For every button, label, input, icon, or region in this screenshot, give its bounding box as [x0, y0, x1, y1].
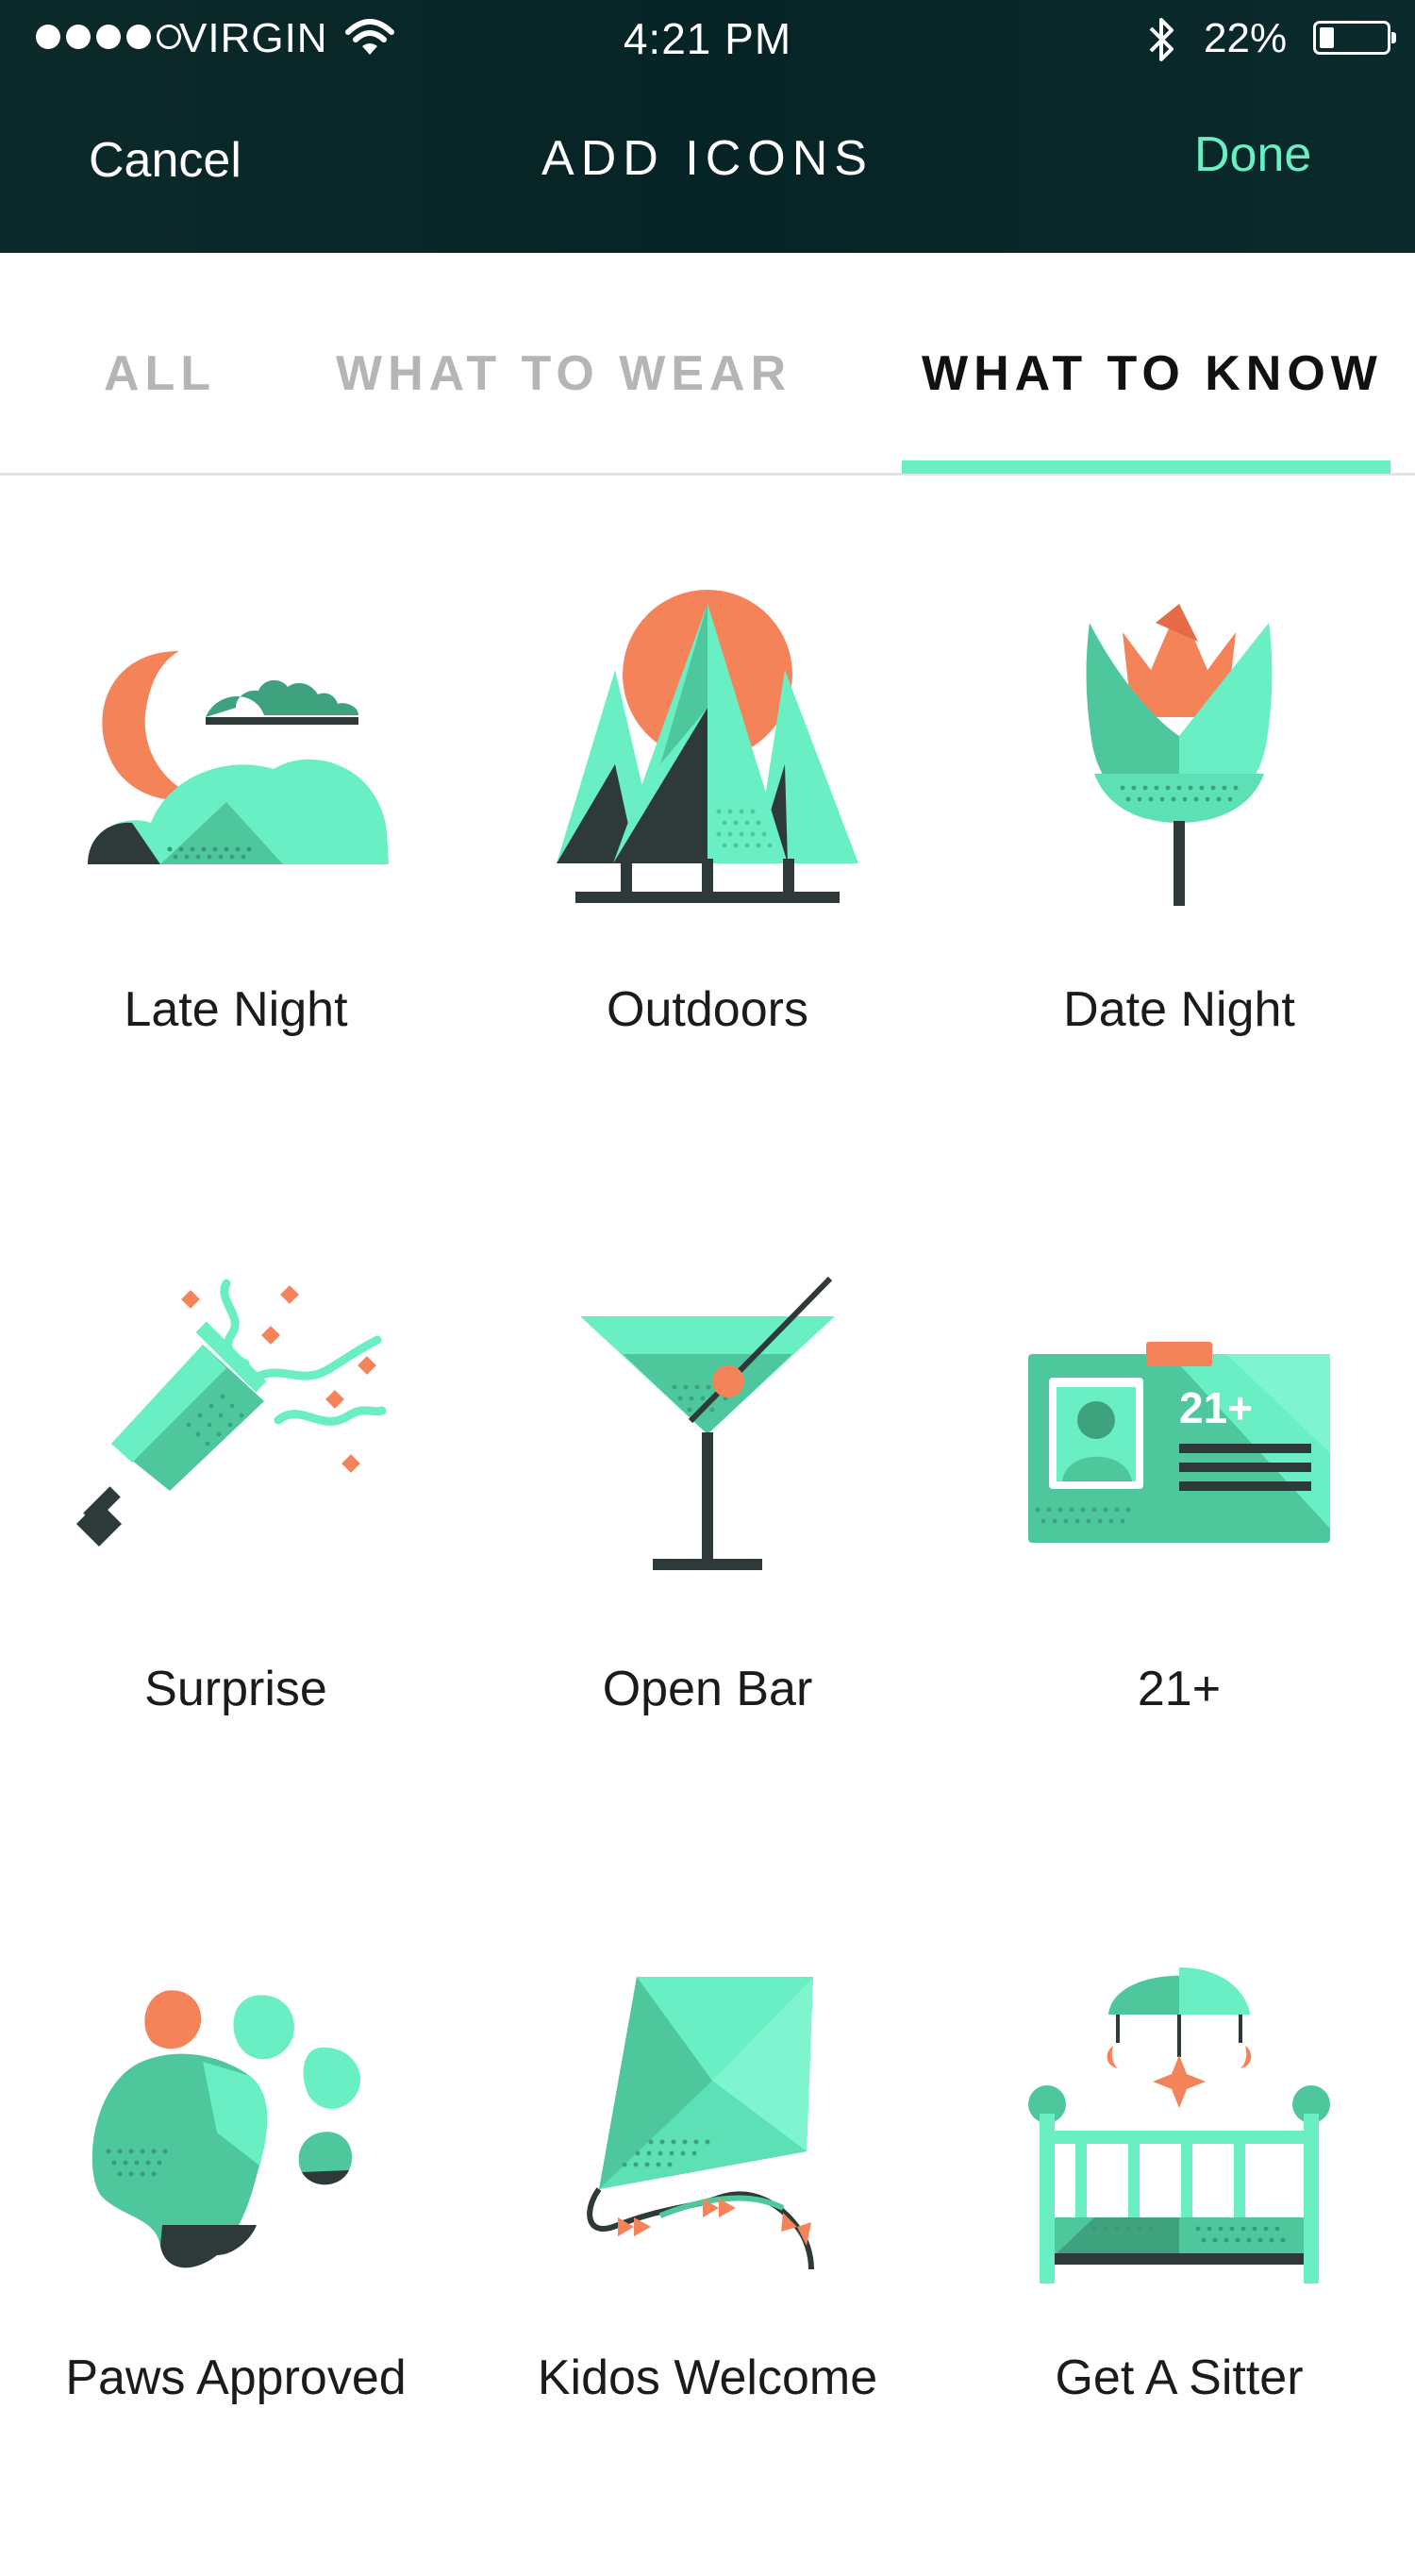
paw-print-icon — [92, 1990, 360, 2268]
icon-tile-surprise[interactable]: Surprise — [0, 1208, 472, 1887]
crib-icon — [1028, 1967, 1330, 2283]
tab-all[interactable]: ALL — [104, 345, 216, 402]
icon-tile-open-bar[interactable]: Open Bar — [472, 1208, 943, 1887]
moon-cloud-icon — [88, 651, 389, 864]
martini-icon — [580, 1276, 835, 1570]
icon-label: 21+ — [1137, 1662, 1222, 1716]
icon-tile-outdoors[interactable]: Outdoors — [472, 528, 943, 1208]
icon-label: Date Night — [1063, 982, 1295, 1037]
id-card-age-text: 21+ — [1179, 1383, 1253, 1432]
icon-tile-get-a-sitter[interactable]: Get A Sitter — [943, 1897, 1415, 2576]
icon-label: Outdoors — [607, 982, 808, 1037]
done-button[interactable]: Done — [1194, 126, 1311, 183]
battery-icon — [1313, 21, 1396, 55]
active-tab-indicator — [902, 460, 1390, 474]
icon-tile-kidos-welcome[interactable]: Kidos Welcome — [472, 1897, 943, 2576]
kite-icon — [587, 1977, 814, 2270]
icon-label: Open Bar — [602, 1662, 813, 1716]
battery-percent: 22% — [1204, 15, 1288, 61]
status-time: 4:21 PM — [623, 14, 792, 63]
icon-label: Kidos Welcome — [537, 2350, 878, 2405]
icon-tile-21-plus[interactable]: 21+ 21+ — [943, 1208, 1415, 1887]
category-tabs: ALL WHAT TO WEAR WHAT TO KNOW — [0, 253, 1415, 476]
party-popper-icon — [75, 1279, 387, 1547]
bluetooth-icon — [1143, 13, 1181, 76]
tab-what-to-wear[interactable]: WHAT TO WEAR — [336, 345, 791, 402]
trees-icon — [557, 590, 858, 903]
tab-what-to-know[interactable]: WHAT TO KNOW — [922, 345, 1383, 402]
icon-label: Get A Sitter — [1055, 2350, 1304, 2405]
status-bar: VIRGIN 4:21 PM 22% — [0, 0, 1415, 79]
app-header: VIRGIN 4:21 PM 22% Cancel ADD ICONS Done — [0, 0, 1415, 253]
icon-label: Surprise — [144, 1662, 327, 1716]
icon-tile-late-night[interactable]: Late Night — [0, 528, 472, 1208]
id-card-icon: 21+ — [1028, 1342, 1330, 1543]
icon-label: Paws Approved — [65, 2350, 407, 2405]
icon-tile-date-night[interactable]: Date Night — [943, 528, 1415, 1208]
tulip-icon — [1086, 604, 1273, 906]
icon-label: Late Night — [124, 982, 348, 1037]
icon-tile-paws-approved[interactable]: Paws Approved — [0, 1897, 472, 2576]
